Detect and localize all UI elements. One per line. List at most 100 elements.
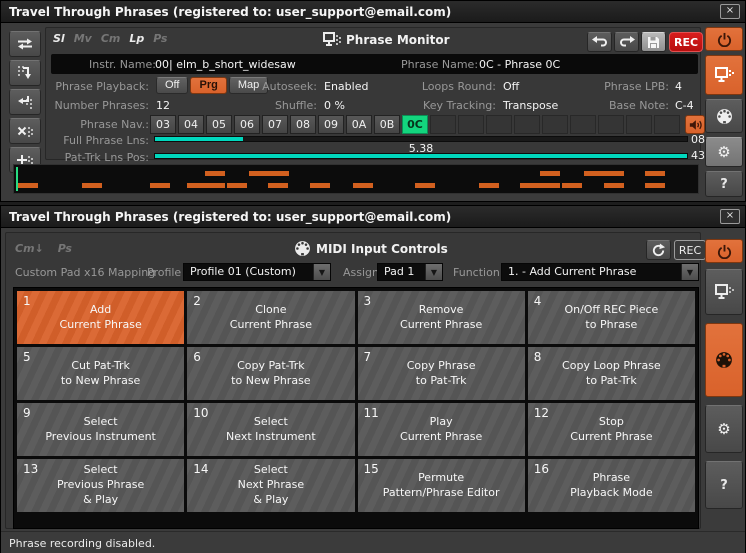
grid-arrow-down-icon	[17, 65, 33, 81]
note-block	[584, 171, 604, 176]
help-button[interactable]: ?	[705, 461, 743, 509]
rec-button[interactable]: REC	[674, 240, 706, 260]
pad-button-6[interactable]: 6Copy Pat-Trk to New Phrase	[187, 347, 354, 400]
phrase-nav-cell-05[interactable]: 05	[206, 115, 232, 134]
phrase-lpb-value[interactable]: 4	[675, 80, 682, 93]
pad-label: Play Current Phrase	[358, 403, 525, 456]
phrase-nav-cell-08[interactable]: 08	[290, 115, 316, 134]
assign-select[interactable]: Pad 1 ▼	[377, 263, 443, 281]
phrase-nav-cell-empty[interactable]	[514, 115, 540, 134]
loops-round-value[interactable]: Off	[503, 80, 519, 93]
shuffle-value[interactable]: 0 %	[324, 99, 345, 112]
audition-speaker-button[interactable]	[685, 115, 705, 134]
pad-button-10[interactable]: 10Select Next Instrument	[187, 403, 354, 456]
phrase-nav-cell-09[interactable]: 09	[318, 115, 344, 134]
phrase-nav-cell-empty[interactable]	[598, 115, 624, 134]
full-phrase-lns-fill	[155, 137, 243, 141]
phrase-playback-option-off[interactable]: Off	[156, 77, 188, 94]
phrase-name-value[interactable]: 0C - Phrase 0C	[479, 58, 560, 71]
pad-button-13[interactable]: 13Select Previous Phrase & Play	[17, 459, 184, 512]
phrase-nav-cell-0a[interactable]: 0A	[346, 115, 372, 134]
settings-button[interactable]: ⚙	[705, 405, 743, 453]
phrase-nav-cell-0b[interactable]: 0B	[374, 115, 400, 134]
profile-select[interactable]: Profile 01 (Custom) ▼	[183, 263, 331, 281]
redo-button[interactable]	[614, 32, 639, 52]
toolbar-tag-cm[interactable]: Cm↓	[15, 242, 44, 255]
close-icon[interactable]: ×	[720, 4, 740, 19]
phrase-nav-cell-empty[interactable]	[542, 115, 568, 134]
pad-button-14[interactable]: 14Select Next Phrase & Play	[187, 459, 354, 512]
window1-titlebar[interactable]: Travel Through Phrases (registered to: u…	[1, 1, 745, 23]
phrase-nav-cell-0c[interactable]: 0C	[402, 115, 428, 134]
phrase-nav-cell-04[interactable]: 04	[178, 115, 204, 134]
note-block	[604, 183, 624, 188]
pat-trk-lns-pos-value[interactable]: 43	[691, 149, 705, 162]
pad-button-16[interactable]: 16Phrase Playback Mode	[528, 459, 695, 512]
phrase-nav-cell-empty[interactable]	[626, 115, 652, 134]
note-block	[205, 171, 225, 176]
settings-button[interactable]: ⚙	[705, 137, 743, 167]
phrase-nav-cell-empty[interactable]	[486, 115, 512, 134]
note-block	[150, 183, 170, 188]
phrase-nav-cell-empty[interactable]	[458, 115, 484, 134]
toolbar-tag-lp[interactable]: Lp	[129, 32, 144, 45]
rec-button[interactable]: REC	[669, 32, 703, 52]
power-button[interactable]	[705, 239, 743, 263]
pad-button-1[interactable]: 1Add Current Phrase	[17, 291, 184, 344]
pad-label: Copy Phrase to Pat-Trk	[358, 347, 525, 400]
sync-button[interactable]	[646, 240, 671, 260]
name-bar: Instr. Name: 00| elm_b_short_widesaw Phr…	[51, 54, 698, 74]
pad-button-2[interactable]: 2Clone Current Phrase	[187, 291, 354, 344]
undo-button[interactable]	[587, 32, 612, 52]
window2-titlebar[interactable]: Travel Through Phrases (registered to: u…	[1, 206, 745, 228]
function-select[interactable]: 1. - Add Current Phrase ▼	[501, 263, 699, 281]
help-button[interactable]: ?	[705, 171, 743, 197]
pat-trk-lns-pos-slider[interactable]	[154, 153, 688, 159]
pad-button-8[interactable]: 8Copy Loop Phrase to Pat-Trk	[528, 347, 695, 400]
tab-phrase-monitor[interactable]	[705, 55, 743, 95]
toolbar-tag-mv[interactable]: Mv	[74, 32, 92, 45]
phrase-monitor-window: Travel Through Phrases (registered to: u…	[0, 0, 746, 202]
note-block	[415, 183, 435, 188]
autoseek-value[interactable]: Enabled	[324, 80, 368, 93]
base-note-value[interactable]: C-4	[675, 99, 694, 112]
chevron-down-icon[interactable]: ▼	[425, 264, 442, 280]
tab-midi-controls[interactable]	[705, 99, 743, 133]
phrase-nav-cell-06[interactable]: 06	[234, 115, 260, 134]
tab-phrase-monitor[interactable]	[705, 269, 743, 315]
gear-icon: ⚙	[717, 420, 730, 438]
chevron-down-icon[interactable]: ▼	[681, 264, 698, 280]
pad-button-5[interactable]: 5Cut Pat-Trk to New Phrase	[17, 347, 184, 400]
pad-button-9[interactable]: 9Select Previous Instrument	[17, 403, 184, 456]
toolbar-tag-ps[interactable]: Ps	[58, 242, 72, 255]
sync-arrows-icon	[651, 243, 666, 258]
pad-button-11[interactable]: 11Play Current Phrase	[358, 403, 525, 456]
pad-button-7[interactable]: 7Copy Phrase to Pat-Trk	[358, 347, 525, 400]
pad-label: Permute Pattern/Phrase Editor	[358, 459, 525, 512]
tab-midi-controls[interactable]	[705, 323, 743, 397]
toolbar-tag-ps[interactable]: Ps	[153, 32, 167, 45]
pad-button-15[interactable]: 15Permute Pattern/Phrase Editor	[358, 459, 525, 512]
phrase-nav-cell-03[interactable]: 03	[150, 115, 176, 134]
pad-button-12[interactable]: 12Stop Current Phrase	[528, 403, 695, 456]
pad-button-4[interactable]: 4On/Off REC Piece to Phrase	[528, 291, 695, 344]
phrase-nav-cell-07[interactable]: 07	[262, 115, 288, 134]
pad-label: Copy Loop Phrase to Pat-Trk	[528, 347, 695, 400]
note-block	[479, 183, 499, 188]
phrase-nav-cell-empty[interactable]	[570, 115, 596, 134]
save-button[interactable]	[641, 32, 666, 52]
phrase-nav-cell-empty[interactable]	[654, 115, 680, 134]
phrase-nav-cell-empty[interactable]	[430, 115, 456, 134]
number-phrases-value[interactable]: 12	[156, 99, 170, 112]
close-icon[interactable]: ×	[720, 209, 740, 224]
full-phrase-lns-value[interactable]: 08	[691, 133, 705, 146]
toolbar-tag-sl[interactable]: Sl	[53, 32, 65, 45]
instr-name-value[interactable]: 00| elm_b_short_widesaw	[155, 58, 296, 71]
toolbar-tag-cm[interactable]: Cm	[101, 32, 121, 45]
chevron-down-icon[interactable]: ▼	[313, 264, 330, 280]
pad-button-3[interactable]: 3Remove Current Phrase	[358, 291, 525, 344]
power-button[interactable]	[705, 27, 743, 51]
swap-arrows-button[interactable]	[9, 31, 41, 57]
note-block	[604, 171, 624, 176]
phrase-preview-canvas[interactable]	[13, 164, 699, 194]
